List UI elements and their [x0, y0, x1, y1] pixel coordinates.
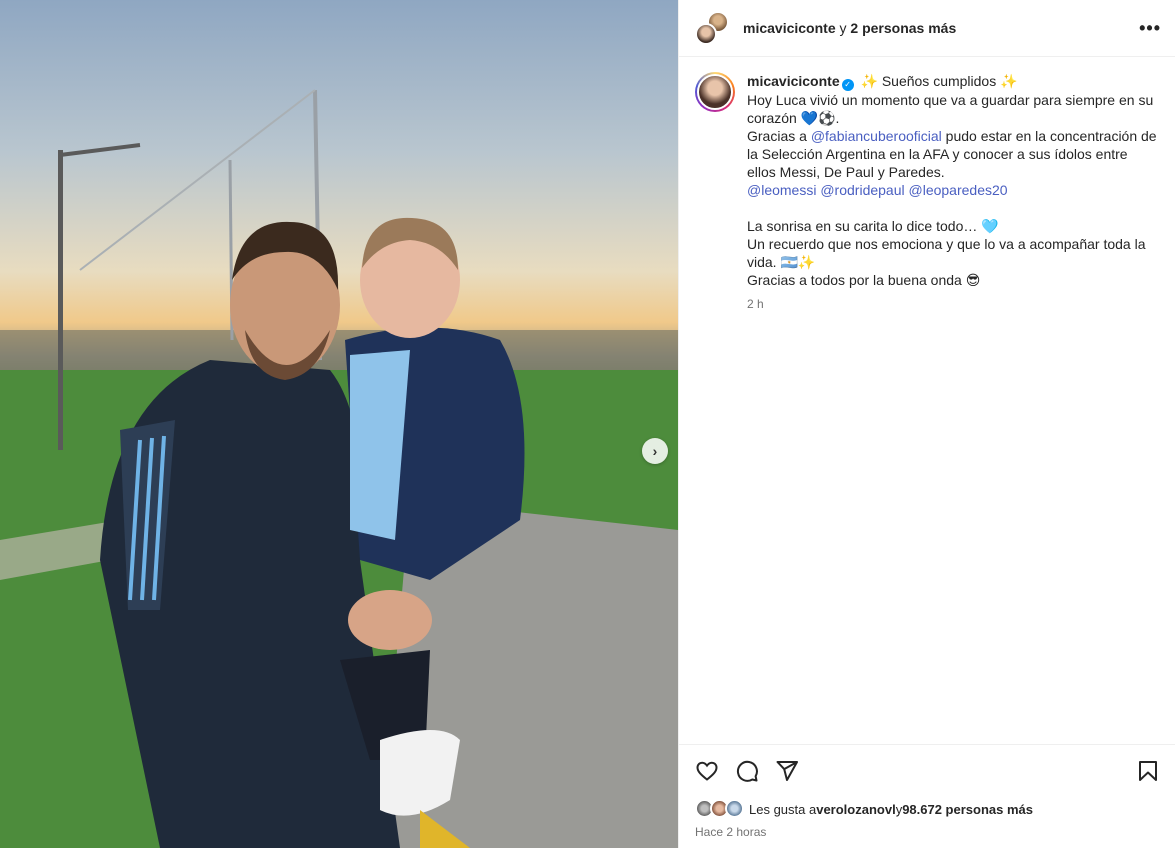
post-actions: Les gusta a verolozanovl y 98.672 person… [679, 744, 1175, 839]
chevron-right-icon: › [652, 443, 658, 459]
photo-illustration [0, 89, 678, 848]
bookmark-icon[interactable] [1136, 759, 1160, 783]
avatar [725, 799, 744, 818]
more-options-button[interactable]: ••• [1139, 18, 1161, 39]
likers-avatars [695, 799, 745, 819]
verified-badge-icon: ✓ [841, 79, 854, 91]
author-username[interactable]: micaviciconte [743, 20, 836, 36]
caption-text: La sonrisa en su carita lo dice todo… 🩵 [747, 218, 999, 234]
comment-icon[interactable] [735, 759, 759, 783]
likes-summary[interactable]: Les gusta a verolozanovl y 98.672 person… [695, 799, 1160, 819]
collab-avatars[interactable] [695, 11, 729, 45]
post-image[interactable]: › [0, 0, 678, 848]
caption-time[interactable]: 2 h [747, 295, 1160, 313]
caption-text: Hoy Luca vivió un momento que va a guard… [747, 92, 1154, 126]
author-joiner: y [835, 20, 851, 36]
caption-text: Un recuerdo que nos emociona y que lo va… [747, 236, 1146, 270]
carousel-next-button[interactable]: › [642, 438, 668, 464]
post-caption: micaviciconte ✓ ✨ Sueños cumplidos ✨ Hoy … [679, 58, 1175, 743]
mention-link[interactable]: @leomessi [747, 182, 816, 198]
post-header: micaviciconte y 2 personas más ••• [679, 0, 1175, 57]
liker-username[interactable]: verolozanovl [816, 802, 895, 817]
more-horizontal-icon: ••• [1139, 17, 1161, 38]
mention-link[interactable]: @leoparedes20 [909, 182, 1008, 198]
likes-count[interactable]: 98.672 personas más [902, 802, 1033, 817]
mention-link[interactable]: @fabiancuberooficial [811, 128, 942, 144]
heart-icon[interactable] [695, 759, 719, 783]
post-details-panel: micaviciconte y 2 personas más ••• micav… [678, 0, 1175, 848]
caption-text: Gracias a todos por la buena onda 😎 [747, 272, 981, 288]
caption-title: ✨ Sueños cumplidos ✨ [856, 73, 1018, 89]
caption-username[interactable]: micaviciconte [747, 73, 840, 89]
avatar [695, 23, 717, 45]
collaborators-link[interactable]: 2 personas más [850, 20, 956, 36]
paper-plane-icon[interactable] [775, 759, 799, 783]
post-author[interactable]: micaviciconte y 2 personas más [743, 20, 956, 36]
caption-text: Gracias a [747, 128, 811, 144]
caption-avatar[interactable] [695, 72, 735, 112]
post-timestamp[interactable]: Hace 2 horas [695, 825, 1160, 839]
mention-link[interactable]: @rodridepaul [820, 182, 904, 198]
likes-prefix: Les gusta a [749, 801, 817, 817]
